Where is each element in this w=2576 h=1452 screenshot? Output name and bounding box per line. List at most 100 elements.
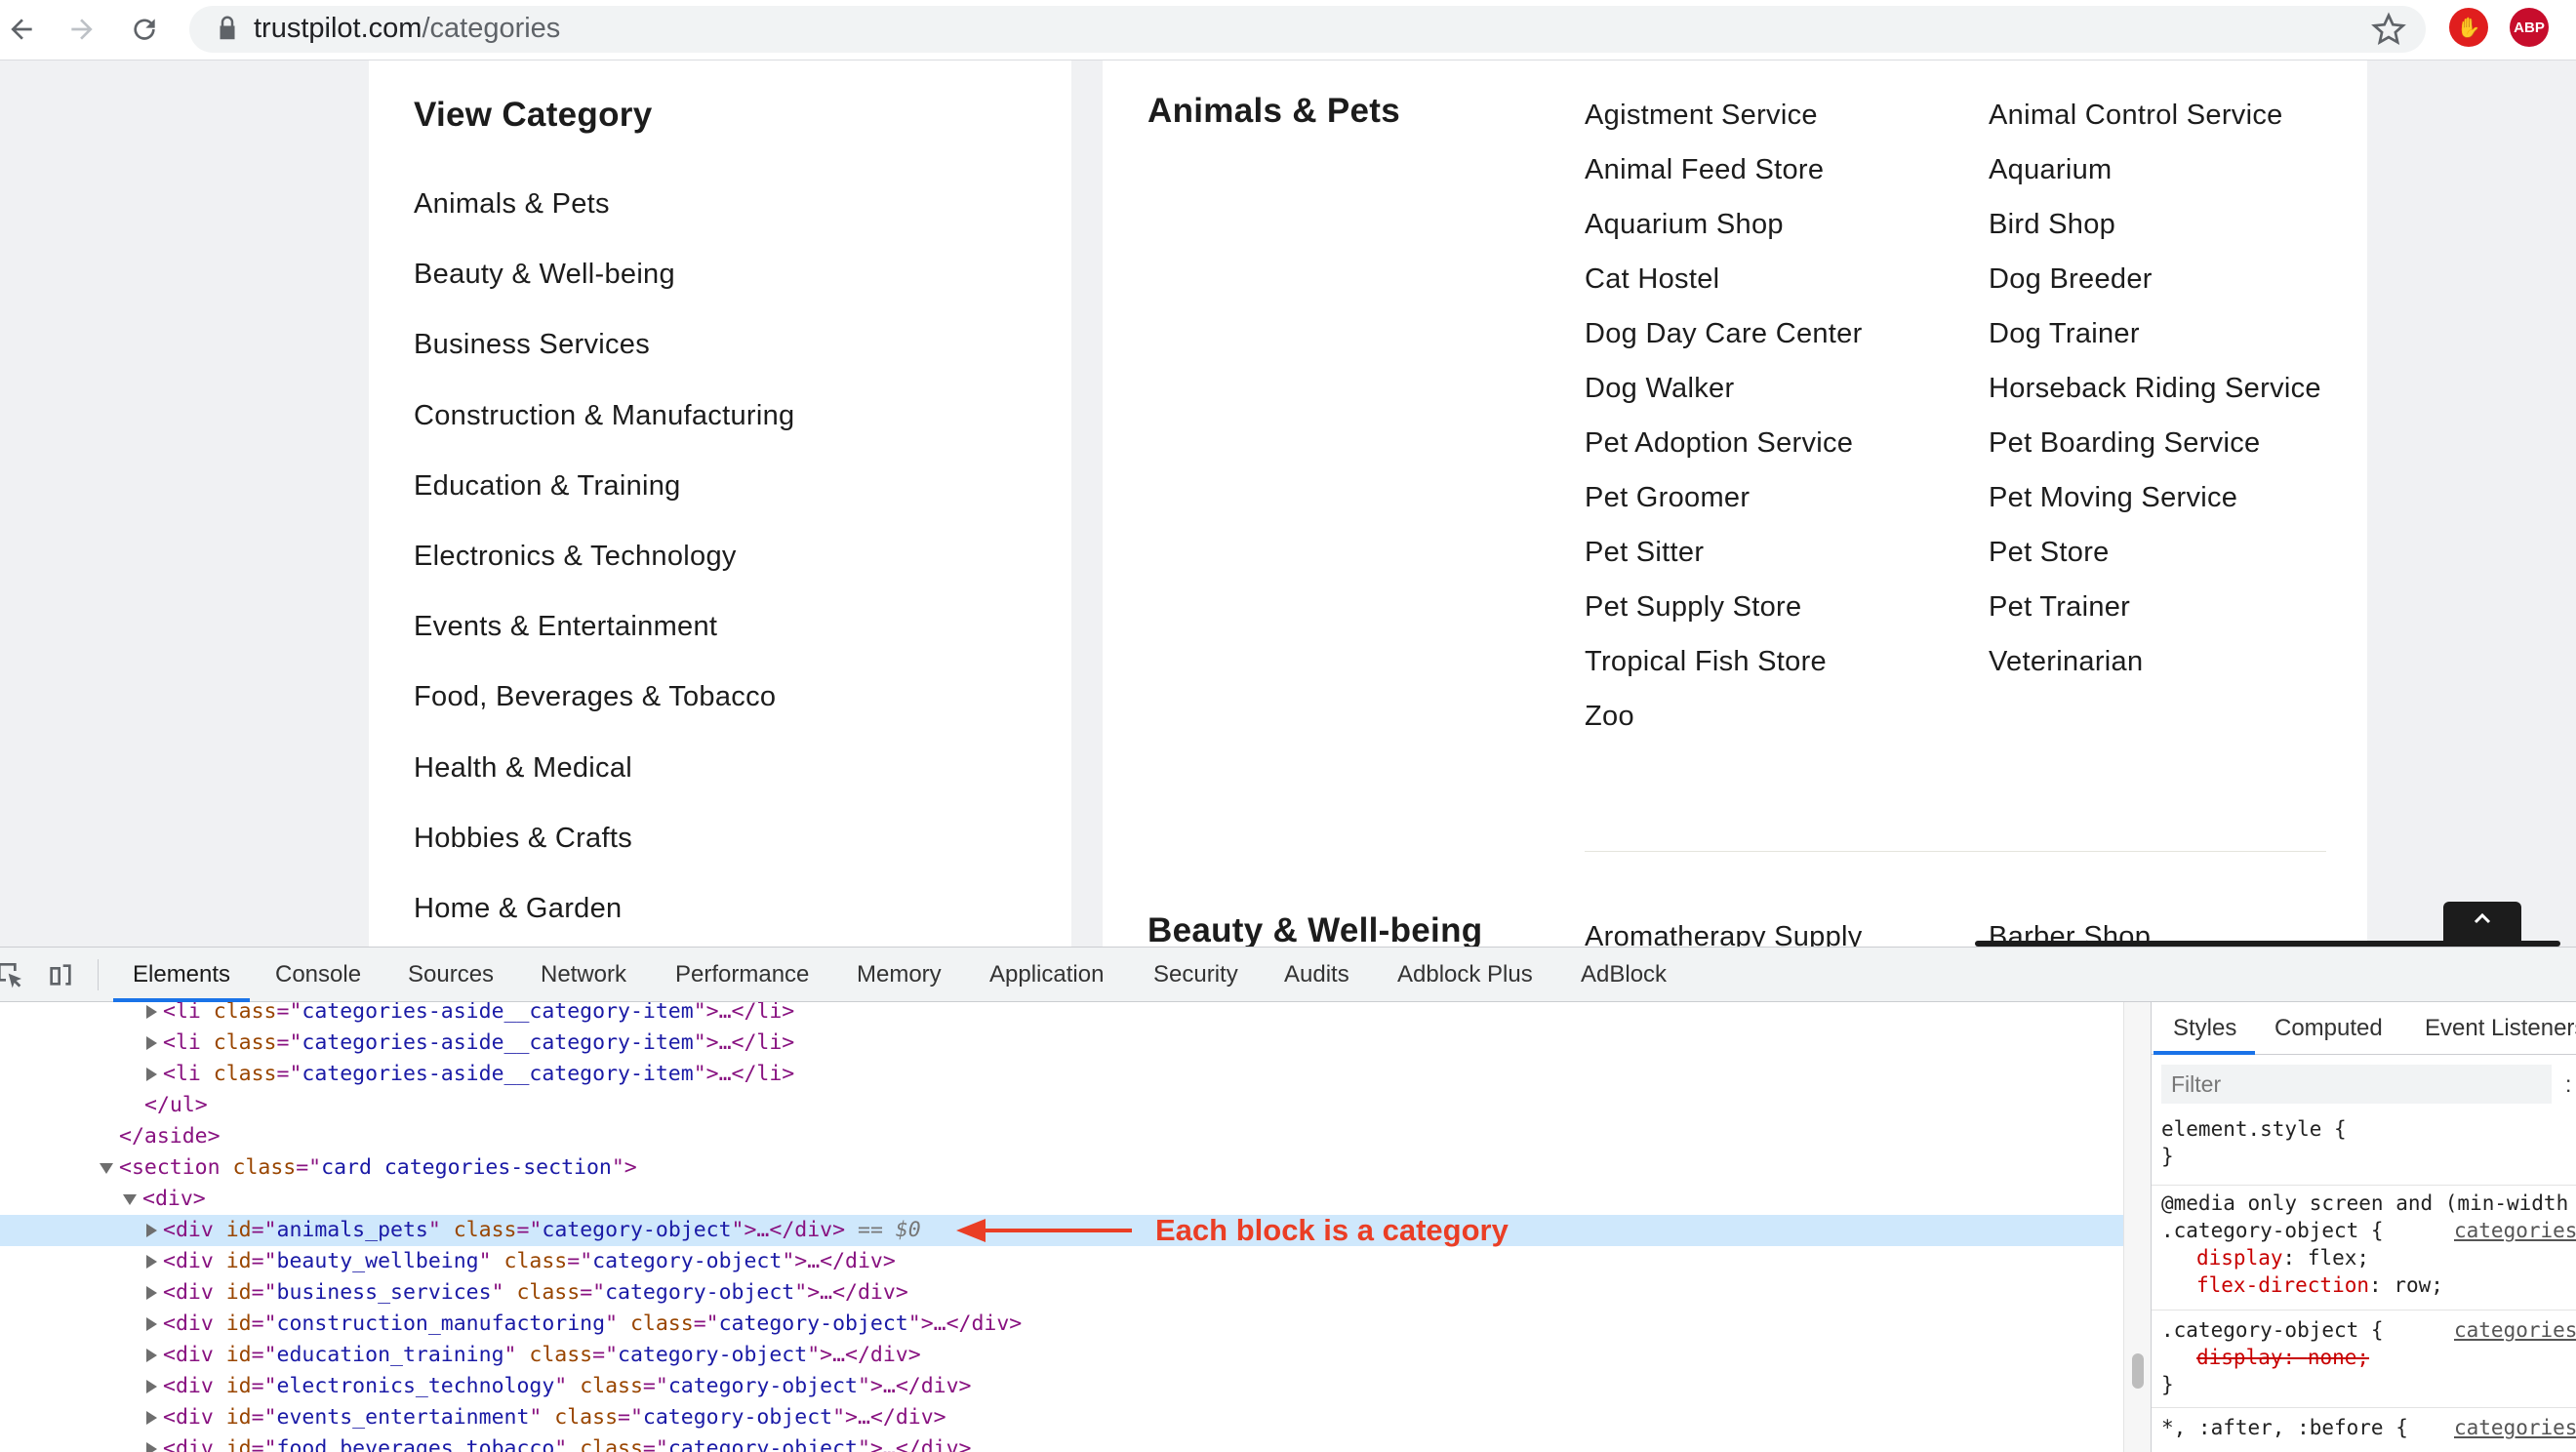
subcategory-link[interactable]: Aquarium <box>1989 150 2326 189</box>
tab-audits[interactable]: Audits <box>1284 948 1349 1002</box>
rule-source-link[interactable]: categories <box>2454 1414 2576 1441</box>
aside-category-item[interactable]: Construction & Manufacturing <box>414 399 794 469</box>
dom-node-div[interactable]: <div id="business_services" class="categ… <box>0 1277 2123 1309</box>
subcategory-link[interactable]: Pet Trainer <box>1989 587 2326 626</box>
dom-id-value: construction_manufactoring <box>276 1311 606 1336</box>
aside-category-item[interactable]: Food, Beverages & Tobacco <box>414 680 794 750</box>
tab-console[interactable]: Console <box>275 948 361 1002</box>
subcategory-link[interactable]: Pet Moving Service <box>1989 478 2326 517</box>
aside-category-list: Animals & Pets Beauty & Well-being Busin… <box>414 187 794 947</box>
devtools-panel: Elements Console Sources Network Perform… <box>0 947 2576 1452</box>
dom-node-div[interactable]: <div id="food_beverages_tobacco" class="… <box>0 1433 2123 1452</box>
subcategory-link[interactable]: Cat Hostel <box>1585 260 1989 299</box>
rule-selector[interactable]: *, :after, :before { categories <box>2152 1414 2576 1441</box>
dom-class-value: category-object <box>667 1436 858 1452</box>
tab-event-listeners[interactable]: Event Listeners <box>2425 1002 2576 1055</box>
dom-node-div[interactable]: <div id="events_entertainment" class="ca… <box>0 1402 2123 1433</box>
dom-node-div[interactable]: <div id="electronics_technology" class="… <box>0 1371 2123 1402</box>
subcategory-link[interactable]: Pet Boarding Service <box>1989 424 2326 463</box>
lock-icon[interactable] <box>213 13 242 44</box>
dom-node-aside-close[interactable]: </aside> <box>0 1121 2123 1152</box>
subcategory-link[interactable]: Dog Day Care Center <box>1585 314 1989 353</box>
aside-category-item[interactable]: Business Services <box>414 328 794 398</box>
aside-category-item[interactable]: Electronics & Technology <box>414 540 794 610</box>
css-property-overridden[interactable]: display: none; <box>2152 1344 2576 1371</box>
subcategory-link[interactable]: Horseback Riding Service <box>1989 369 2326 408</box>
forward-icon[interactable] <box>60 8 103 51</box>
filter-options-toggle[interactable]: : <box>2565 1065 2571 1104</box>
subcategory-link[interactable]: Pet Adoption Service <box>1585 424 1989 463</box>
bookmark-star-icon[interactable] <box>2371 12 2406 47</box>
subcategory-link[interactable]: Aquarium Shop <box>1585 205 1989 244</box>
styles-filter-input[interactable]: Filter <box>2161 1065 2552 1104</box>
dom-node-section[interactable]: <section class="card categories-section"… <box>0 1152 2123 1184</box>
dom-class-value: category-object <box>667 1374 858 1398</box>
subcategory-link[interactable]: Pet Store <box>1989 533 2326 572</box>
css-property[interactable]: display: flex; <box>2152 1244 2576 1271</box>
aside-category-item[interactable]: Health & Medical <box>414 751 794 822</box>
subcategory-link[interactable]: Aromatherapy Supply <box>1585 917 1989 947</box>
subcategory-link[interactable]: Pet Supply Store <box>1585 587 1989 626</box>
dom-node-div[interactable]: <div id="construction_manufactoring" cla… <box>0 1309 2123 1340</box>
dom-node-li[interactable]: <li class="categories-aside__category-it… <box>0 1059 2123 1090</box>
aside-category-item[interactable]: Education & Training <box>414 469 794 540</box>
aside-category-item[interactable]: Home & Garden <box>414 892 794 947</box>
tab-elements[interactable]: Elements <box>133 948 230 1002</box>
css-property[interactable]: flex-direction: row; <box>2152 1271 2576 1299</box>
aside-category-item[interactable]: Hobbies & Crafts <box>414 822 794 892</box>
aside-category-item[interactable]: Events & Entertainment <box>414 610 794 680</box>
scroll-to-top-button[interactable] <box>2443 902 2521 947</box>
aside-category-item[interactable]: Animals & Pets <box>414 187 794 258</box>
dom-scrollbar[interactable] <box>2123 1002 2151 1452</box>
selector-text: .category-object { <box>2161 1219 2384 1242</box>
dom-class-value: category-object <box>642 1405 833 1430</box>
back-icon[interactable] <box>0 8 43 51</box>
tab-performance[interactable]: Performance <box>675 948 809 1002</box>
tab-adblock[interactable]: AdBlock <box>1581 948 1667 1002</box>
inspect-element-icon[interactable] <box>0 959 25 990</box>
category-title[interactable]: Beauty & Well-being <box>1147 911 1482 947</box>
subcategory-link[interactable]: Dog Walker <box>1585 369 1989 408</box>
device-toolbar-icon[interactable] <box>45 959 76 990</box>
universal-rule: *, :after, :before { categories <box>2152 1414 2576 1452</box>
abp-extension-icon[interactable]: ABP <box>2510 8 2549 47</box>
scrollbar-thumb[interactable] <box>2132 1353 2144 1389</box>
dom-node-li[interactable]: <li class="categories-aside__category-it… <box>0 1028 2123 1059</box>
rule-selector[interactable]: .category-object { categories <box>2152 1217 2576 1244</box>
tab-network[interactable]: Network <box>541 948 626 1002</box>
tab-application[interactable]: Application <box>989 948 1104 1002</box>
url-text[interactable]: trustpilot.com/categories <box>254 9 560 48</box>
dom-id-value: events_entertainment <box>276 1405 530 1430</box>
rule-source-link[interactable]: categories <box>2454 1316 2576 1344</box>
category-title[interactable]: Animals & Pets <box>1147 92 1400 131</box>
rule-selector[interactable]: .category-object { categories <box>2152 1316 2576 1344</box>
selector-text: *, :after, :before { <box>2161 1416 2408 1439</box>
subcategory-link[interactable]: Agistment Service <box>1585 96 1989 135</box>
tab-computed[interactable]: Computed <box>2274 1002 2383 1055</box>
styles-tabbar: Styles Computed Event Listeners <box>2152 1002 2576 1055</box>
rule-source-link[interactable]: categories <box>2454 1217 2576 1244</box>
subcategory-link[interactable]: Dog Breeder <box>1989 260 2326 299</box>
subcategory-link[interactable]: Zoo <box>1585 697 1989 736</box>
subcategory-link[interactable]: Animal Feed Store <box>1585 150 1989 189</box>
tab-styles[interactable]: Styles <box>2173 1002 2236 1055</box>
tab-security[interactable]: Security <box>1153 948 1238 1002</box>
adblock-hand-icon[interactable]: ✋ <box>2449 8 2488 47</box>
subcategory-link[interactable]: Bird Shop <box>1989 205 2326 244</box>
dom-node-li[interactable]: <li class="categories-aside__category-it… <box>0 1002 2123 1028</box>
subcategory-link[interactable]: Tropical Fish Store <box>1585 642 1989 681</box>
subcategory-link[interactable]: Dog Trainer <box>1989 314 2326 353</box>
aside-category-item[interactable]: Beauty & Well-being <box>414 258 794 328</box>
tab-memory[interactable]: Memory <box>857 948 942 1002</box>
selector-text: .category-object { <box>2161 1318 2384 1342</box>
subcategory-link[interactable]: Pet Sitter <box>1585 533 1989 572</box>
reload-icon[interactable] <box>123 8 166 51</box>
tab-adblock-plus[interactable]: Adblock Plus <box>1397 948 1533 1002</box>
subcategory-link[interactable]: Pet Groomer <box>1585 478 1989 517</box>
subcategory-link[interactable]: Animal Control Service <box>1989 96 2326 135</box>
rule-selector[interactable]: element.style { <box>2152 1115 2576 1143</box>
subcategory-link[interactable]: Veterinarian <box>1989 642 2326 681</box>
dom-node-ul-close[interactable]: </ul> <box>0 1090 2123 1121</box>
dom-node-div[interactable]: <div id="education_training" class="cate… <box>0 1340 2123 1371</box>
tab-sources[interactable]: Sources <box>408 948 494 1002</box>
